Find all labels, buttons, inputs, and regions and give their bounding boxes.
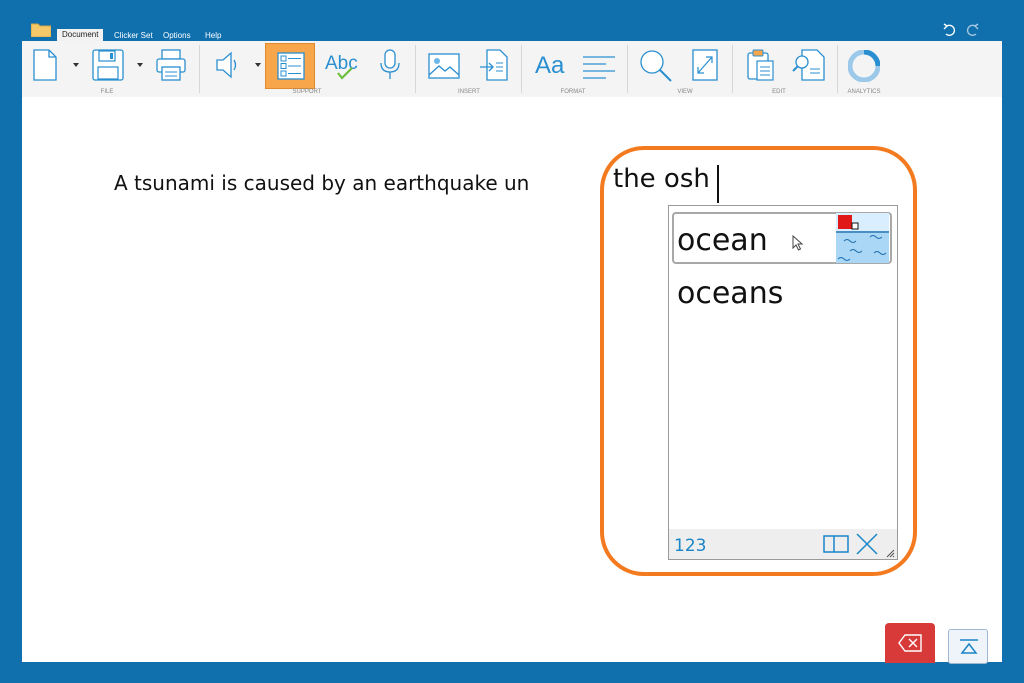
insert-file-icon[interactable] [479,49,509,81]
tab-document[interactable]: Document [57,29,104,41]
spellcheck-icon[interactable]: Abc [324,51,358,81]
collapse-button[interactable] [948,629,988,664]
backspace-button[interactable] [885,623,935,663]
spellcheck-label: Abc [325,53,358,74]
tab-clicker-set[interactable]: Clicker Set [114,31,153,40]
ribbon-toolbar: FILE Abc SUPPORT INSERT Aa FORMAT VIEW E… [22,41,1002,98]
group-label-file: FILE [100,89,114,95]
undo-icon[interactable] [942,22,958,38]
speaker-icon[interactable] [215,51,241,79]
group-label-edit: EDIT [772,89,786,95]
group-label-insert: INSERT [458,89,480,95]
group-label-view: VIEW [677,89,693,95]
page-size-icon[interactable] [692,49,718,81]
backspace-icon [898,634,922,652]
collapse-icon [960,639,978,654]
speaker-dropdown-icon[interactable] [255,63,261,67]
new-document-icon[interactable] [32,49,58,81]
paste-icon[interactable] [747,49,775,81]
group-label-format: FORMAT [560,89,586,95]
analytics-icon[interactable] [848,50,880,82]
document-text: A tsunami is caused by an earthquake un [114,171,530,195]
save-icon[interactable] [92,49,124,81]
word-prediction-icon [277,52,305,80]
redo-icon[interactable] [964,22,980,38]
format-icon[interactable]: Aa [535,52,564,80]
print-icon[interactable] [156,49,186,81]
group-label-support: SUPPORT [292,89,322,95]
word-prediction-button[interactable] [265,43,315,89]
find-icon[interactable] [792,49,826,81]
tab-help[interactable]: Help [205,31,221,40]
paragraph-icon[interactable] [582,55,616,79]
picture-icon[interactable] [428,53,460,79]
group-label-analytics: ANALYTICS [847,89,881,95]
folder-icon[interactable] [31,22,51,37]
highlight-ring [600,146,917,576]
save-dropdown-icon[interactable] [137,63,143,67]
tab-options[interactable]: Options [163,31,191,40]
new-dropdown-icon[interactable] [73,63,79,67]
microphone-icon[interactable] [379,49,401,81]
zoom-icon[interactable] [639,49,673,83]
